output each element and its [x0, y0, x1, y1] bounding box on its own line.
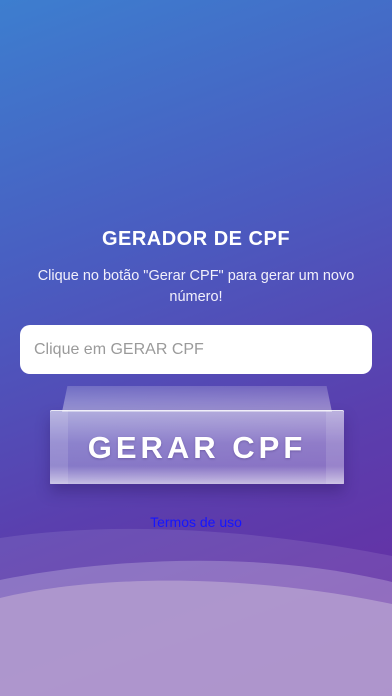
background-wave	[0, 520, 392, 696]
generate-button-label: GERAR CPF	[87, 430, 307, 465]
button-top-face	[62, 386, 332, 412]
button-shine	[50, 466, 344, 484]
instructions-text: Clique no botão "Gerar CPF" para gerar u…	[37, 268, 355, 305]
page-title: GERADOR DE CPF	[101, 228, 291, 250]
terms-of-use-link[interactable]: Termos de uso	[0, 514, 392, 530]
cpf-output-field[interactable]	[20, 325, 372, 374]
generate-cpf-button[interactable]: GERAR CPF	[50, 386, 344, 484]
